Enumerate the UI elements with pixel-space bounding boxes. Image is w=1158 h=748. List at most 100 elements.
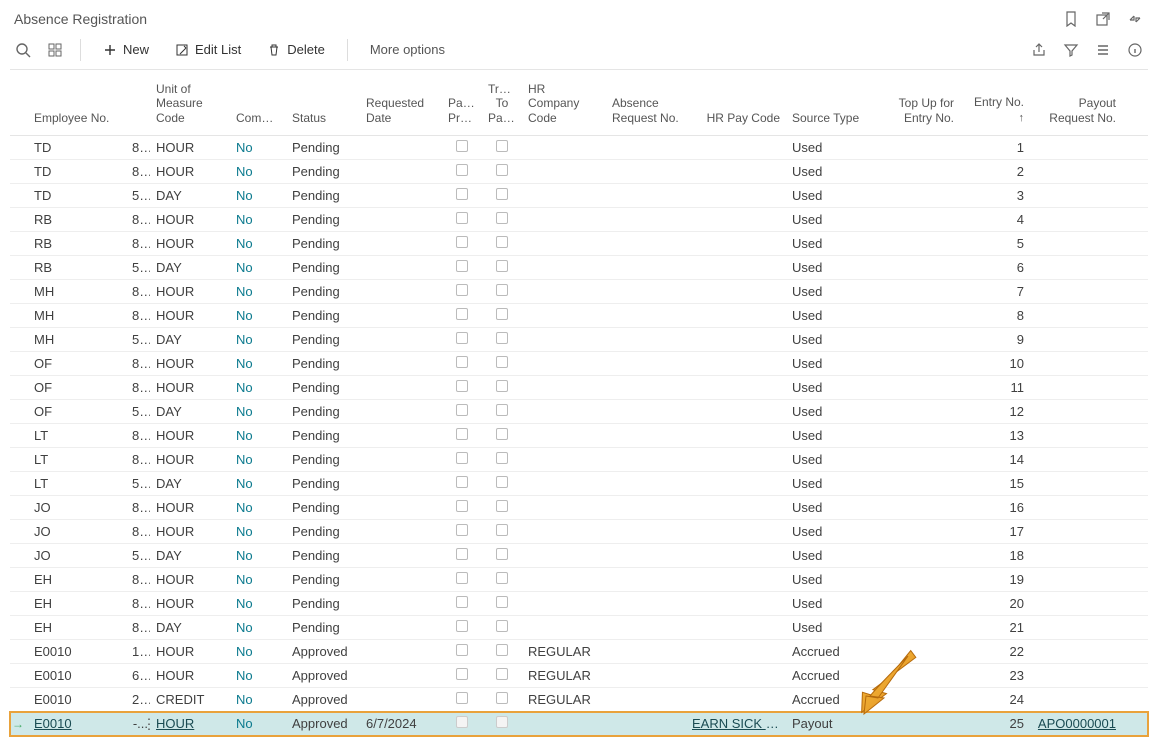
cell-payr-pro[interactable] <box>442 280 482 303</box>
checkbox[interactable] <box>496 452 508 464</box>
cell-comm[interactable]: No <box>230 544 286 567</box>
cell-comm[interactable]: No <box>230 424 286 447</box>
cell-payr-pro[interactable] <box>442 592 482 615</box>
cell-uom[interactable]: DAY <box>150 616 230 639</box>
cell-payout-req[interactable] <box>1030 384 1126 392</box>
cell-payr-pro[interactable] <box>442 496 482 519</box>
cell-payout-req[interactable] <box>1030 624 1126 632</box>
checkbox[interactable] <box>496 596 508 608</box>
checkbox[interactable] <box>456 140 468 152</box>
col-payout-req[interactable]: Payout Request No. <box>1030 92 1126 129</box>
cell-comm[interactable]: No <box>230 232 286 255</box>
cell-tran-to-payr[interactable] <box>482 640 522 663</box>
cell-payout-req[interactable] <box>1030 360 1126 368</box>
cell-hr-pay-code[interactable] <box>686 624 786 632</box>
cell-comm[interactable]: No <box>230 328 286 351</box>
checkbox[interactable] <box>456 524 468 536</box>
col-absence-req[interactable]: Absence Request No. <box>606 92 686 129</box>
cell-payr-pro[interactable] <box>442 160 482 183</box>
cell-payr-pro[interactable] <box>442 424 482 447</box>
checkbox[interactable] <box>496 308 508 320</box>
col-employee-no[interactable]: Employee No. <box>10 107 130 129</box>
cell-payr-pro[interactable] <box>442 376 482 399</box>
cell-payout-req[interactable] <box>1030 312 1126 320</box>
cell-comm[interactable]: No <box>230 208 286 231</box>
cell-hr-pay-code[interactable] <box>686 264 786 272</box>
cell-employee-no[interactable]: MH <box>10 280 130 303</box>
cell-uom[interactable]: HOUR <box>150 280 230 303</box>
cell-uom[interactable]: HOUR <box>150 136 230 159</box>
cell-employee-no[interactable]: JO <box>10 520 130 543</box>
cell-tran-to-payr[interactable] <box>482 544 522 567</box>
checkbox[interactable] <box>496 380 508 392</box>
checkbox[interactable] <box>496 188 508 200</box>
col-hr-pay-code[interactable]: HR Pay Code <box>686 107 786 129</box>
cell-comm[interactable]: No <box>230 280 286 303</box>
cell-comm[interactable]: No <box>230 520 286 543</box>
cell-comm[interactable]: No <box>230 304 286 327</box>
checkbox[interactable] <box>496 260 508 272</box>
cell-tran-to-payr[interactable] <box>482 664 522 687</box>
checkbox[interactable] <box>496 548 508 560</box>
cell-tran-to-payr[interactable] <box>482 616 522 639</box>
checkbox[interactable] <box>496 620 508 632</box>
cell-employee-no[interactable]: MH <box>10 304 130 327</box>
cell-comm[interactable]: No <box>230 352 286 375</box>
cell-tran-to-payr[interactable] <box>482 376 522 399</box>
cell-payout-req[interactable] <box>1030 456 1126 464</box>
cell-uom[interactable]: DAY <box>150 328 230 351</box>
cell-hr-pay-code[interactable] <box>686 168 786 176</box>
cell-payr-pro[interactable] <box>442 136 482 159</box>
cell-uom[interactable]: HOUR <box>150 496 230 519</box>
table-row[interactable]: MH5...DAYNoPendingUsed9 <box>10 328 1148 352</box>
cell-employee-no[interactable]: EH <box>10 592 130 615</box>
checkbox[interactable] <box>456 284 468 296</box>
cell-employee-no[interactable]: JO <box>10 544 130 567</box>
cell-hr-pay-code[interactable] <box>686 696 786 704</box>
checkbox[interactable] <box>456 500 468 512</box>
cell-tran-to-payr[interactable] <box>482 280 522 303</box>
cell-comm[interactable]: No <box>230 688 286 711</box>
cell-employee-no[interactable]: OF <box>10 352 130 375</box>
cell-payout-req[interactable] <box>1030 576 1126 584</box>
table-row[interactable]: JO5...DAYNoPendingUsed18 <box>10 544 1148 568</box>
cell-payout-req[interactable] <box>1030 528 1126 536</box>
cell-comm[interactable]: No <box>230 592 286 615</box>
cell-comm[interactable]: No <box>230 472 286 495</box>
cell-employee-no[interactable]: E0010 <box>10 640 130 663</box>
cell-payout-req[interactable] <box>1030 168 1126 176</box>
table-row[interactable]: EH8...DAYNoPendingUsed21 <box>10 616 1148 640</box>
table-row[interactable]: EH8...HOURNoPendingUsed19 <box>10 568 1148 592</box>
checkbox[interactable] <box>456 716 468 728</box>
cell-comm[interactable]: No <box>230 376 286 399</box>
checkbox[interactable] <box>456 188 468 200</box>
more-options-button[interactable]: More options <box>364 38 451 61</box>
cell-hr-pay-code[interactable] <box>686 672 786 680</box>
bookmark-icon[interactable] <box>1062 10 1080 28</box>
cell-tran-to-payr[interactable] <box>482 208 522 231</box>
filter-icon[interactable] <box>1062 41 1080 59</box>
list-panel-icon[interactable] <box>1094 41 1112 59</box>
cell-employee-no[interactable]: EH <box>10 616 130 639</box>
cell-payr-pro[interactable] <box>442 568 482 591</box>
cell-employee-no[interactable]: LT <box>10 448 130 471</box>
cell-employee-no[interactable]: OF <box>10 376 130 399</box>
table-row[interactable]: OF8...HOURNoPendingUsed10 <box>10 352 1148 376</box>
cell-employee-no[interactable]: E0010 <box>10 712 130 735</box>
checkbox[interactable] <box>456 236 468 248</box>
col-comm[interactable]: Comm... <box>230 107 286 129</box>
cell-employee-no[interactable]: OF <box>10 400 130 423</box>
cell-employee-no[interactable]: JO <box>10 496 130 519</box>
checkbox[interactable] <box>496 668 508 680</box>
cell-uom[interactable]: DAY <box>150 544 230 567</box>
cell-hr-pay-code[interactable]: EARN SICK PAY <box>686 712 786 735</box>
cell-payr-pro[interactable] <box>442 184 482 207</box>
cell-comm[interactable]: No <box>230 568 286 591</box>
checkbox[interactable] <box>456 572 468 584</box>
cell-tran-to-payr[interactable] <box>482 472 522 495</box>
col-requested-date[interactable]: Requested Date <box>360 92 442 129</box>
cell-hr-pay-code[interactable] <box>686 288 786 296</box>
col-source-type[interactable]: Source Type <box>786 107 880 129</box>
cell-uom[interactable]: HOUR <box>150 520 230 543</box>
cell-tran-to-payr[interactable] <box>482 520 522 543</box>
